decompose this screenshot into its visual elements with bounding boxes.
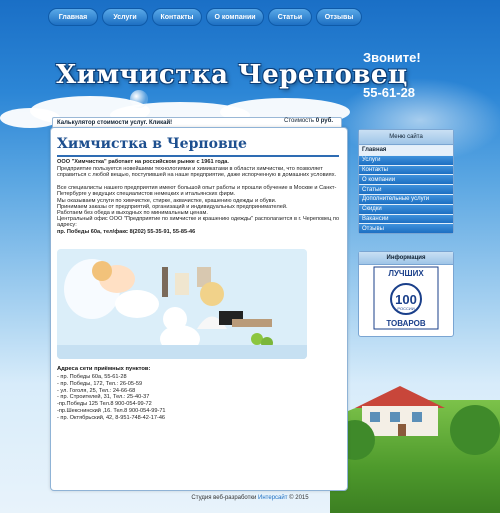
logo-number: 100 <box>395 292 417 307</box>
site-title: Химчистка Череповец <box>56 60 408 90</box>
nav-articles[interactable]: Статьи <box>268 8 312 26</box>
main-content: Химчистка в Черповце ООО "Химчистка" раб… <box>50 127 348 491</box>
address-item: - пр. Строителей, 31, Тел.: 25-40-37 <box>57 394 150 401</box>
cloud <box>0 108 60 128</box>
nav-home[interactable]: Главная <box>48 8 98 26</box>
address-item: -пр.Шекснинский ,16. Тел.8 900-054-99-71 <box>57 407 166 414</box>
hero-photo <box>57 249 307 359</box>
sidebar-menu-title: Меню сайта <box>359 130 453 145</box>
bubble-decoration <box>130 90 148 108</box>
intro-bold: ООО "Химчистка" работает на российском р… <box>57 159 229 165</box>
address-item: - пр. Победы, 172, Тел.: 26-05-59 <box>57 380 143 387</box>
title-divider <box>57 155 339 157</box>
nav-about[interactable]: О компании <box>206 8 264 26</box>
logo-bottom-text: ТОВАРОВ <box>386 319 426 328</box>
sidebar-item-reviews[interactable]: Отзывы <box>359 223 453 234</box>
sidebar-item-extra-services[interactable]: Дополнительные услуги <box>359 193 453 204</box>
footer: Студия веб-разработки Интерсайт © 2015 <box>0 495 500 501</box>
cost-display: Стоимость 0 руб. <box>284 118 333 124</box>
sidebar-item-home[interactable]: Главная <box>359 145 453 155</box>
intro-text: ООО "Химчистка" работает на российском р… <box>57 159 341 165</box>
nav-contacts[interactable]: Контакты <box>152 8 202 26</box>
footer-copyright: © 2015 <box>289 495 309 501</box>
nav-services[interactable]: Услуги <box>102 8 148 26</box>
info-title: Информация <box>359 252 453 265</box>
cost-label: Стоимость <box>284 118 315 124</box>
sidebar-item-about[interactable]: О компании <box>359 174 453 185</box>
top-navigation: Главная Услуги Контакты О компании Стать… <box>48 8 362 26</box>
page-title: Химчистка в Черповце <box>57 136 247 152</box>
logo-mid-text: РОССИИ <box>397 306 414 311</box>
calculator-label: Калькулятор стоимости услуг. Кликай! <box>57 120 173 126</box>
sidebar-item-vacancies[interactable]: Вакансии <box>359 213 453 224</box>
info-block: Информация ЛУЧШИХ 100 РОССИИ ТОВАРОВ <box>358 251 454 337</box>
addresses-title: Адреса сети приёмных пунктов: <box>57 366 151 372</box>
nav-reviews[interactable]: Отзывы <box>316 8 362 26</box>
address-item: - пр. Октябрьский, 42, 8-951-748-42-17-4… <box>57 414 166 421</box>
address-list: - пр. Победы 60а, 55-61-28 - пр. Победы,… <box>57 374 166 422</box>
address-item: -пр.Победы 125 Тел.8 900-054-99-72 <box>57 401 152 408</box>
footer-prefix: Студия веб-разработки <box>191 495 257 501</box>
address-item: - пр. Победы 60а, 55-61-28 <box>57 374 127 380</box>
photo-illustration <box>57 249 307 359</box>
sidebar-item-contacts[interactable]: Контакты <box>359 164 453 175</box>
phone-number: 55-61-28 <box>363 85 416 100</box>
logo-top-text: ЛУЧШИХ <box>388 269 424 278</box>
sidebar-menu: Меню сайта Главная Услуги Контакты О ком… <box>358 129 454 235</box>
office-address-bold: пр. Победы 60а, тел/факс 8(202) 55-35-91… <box>57 229 196 235</box>
cost-value: 0 руб. <box>315 118 334 124</box>
call-label: Звоните! <box>363 50 421 65</box>
tree <box>450 405 500 455</box>
office-address: пр. Победы 60а, тел/факс 8(202) 55-35-91… <box>57 229 341 235</box>
studio-link[interactable]: Интерсайт <box>258 495 287 501</box>
paragraph: Предприятие пользуется новейшими техноло… <box>57 166 337 179</box>
sidebar-item-articles[interactable]: Статьи <box>359 184 453 194</box>
sidebar-item-discounts[interactable]: Скидки <box>359 203 453 214</box>
paragraph: Центральный офис ООО "Предприятие по хим… <box>57 216 340 229</box>
paragraph: Все специалисты нашего предприятия имеют… <box>57 185 337 198</box>
best-products-logo[interactable]: ЛУЧШИХ 100 РОССИИ ТОВАРОВ <box>373 266 439 330</box>
sidebar-item-services[interactable]: Услуги <box>359 154 453 165</box>
